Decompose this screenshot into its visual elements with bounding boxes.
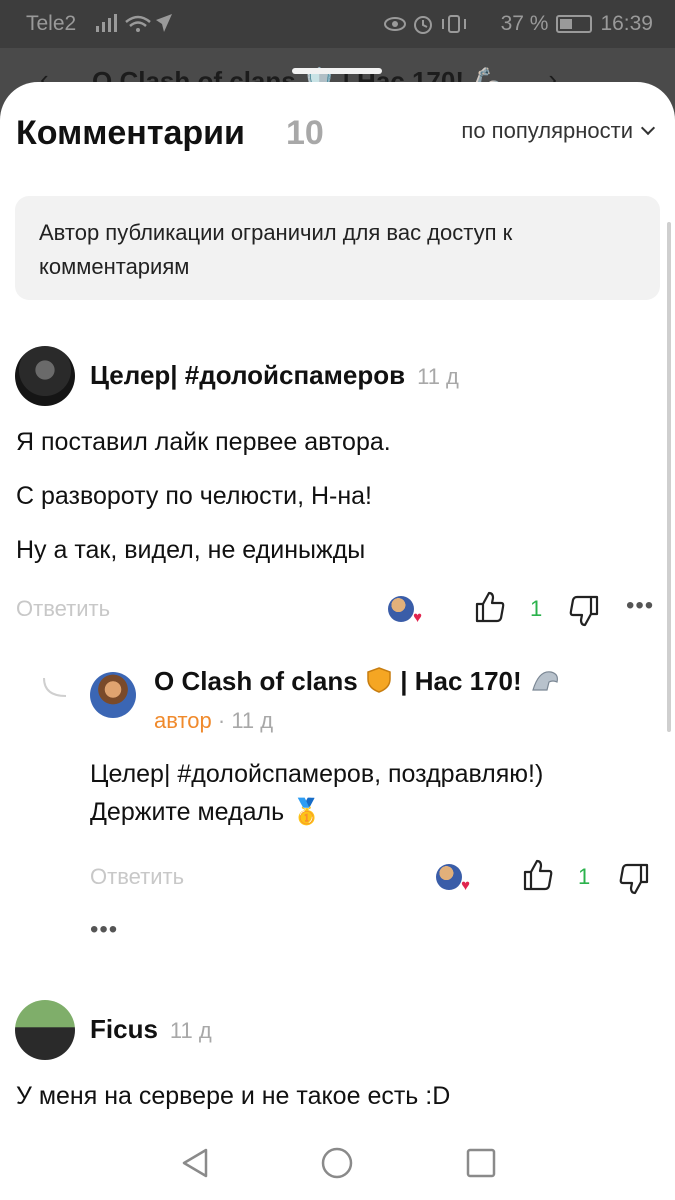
comments-title: Комментарии [16, 114, 245, 152]
carrier-name: Tele2 [26, 12, 77, 35]
thumbs-up-icon[interactable] [522, 858, 554, 892]
more-options-icon[interactable]: ••• [90, 916, 118, 944]
comment-text-line: У меня на сервере и не такое есть :D [16, 1082, 451, 1110]
comment-text-line: Держите медаль 🥇 [90, 798, 323, 826]
comment-text-line: Я поставил лайк первее автора. [16, 428, 391, 456]
system-navigation-bar [0, 1128, 675, 1200]
status-bar: Tele2 37 % 16:39 [0, 0, 675, 48]
author-name: О Clash of clans [154, 666, 358, 696]
comment-author[interactable]: Ficus 11 д [90, 1014, 212, 1045]
reply-meta: автор · 11 д [154, 708, 274, 733]
comment-author[interactable]: Целер| #долойспамеров 11 д [90, 360, 459, 391]
reply-thread-icon [43, 677, 67, 697]
comments-sheet: Комментарии 10 по популярности Автор пуб… [0, 82, 675, 1200]
recents-nav-icon[interactable] [464, 1146, 498, 1180]
sheet-drag-handle[interactable] [292, 68, 382, 74]
heart-icon: ♥ [461, 877, 470, 894]
battery-percent: 37 % [500, 12, 549, 35]
author-name-suffix: | Нас 170! [400, 666, 522, 696]
back-nav-icon[interactable] [178, 1146, 212, 1180]
access-restricted-notice: Автор публикации ограничил для вас досту… [15, 196, 660, 300]
thumbs-up-icon[interactable] [474, 590, 506, 624]
reply-button[interactable]: Ответить [90, 864, 184, 890]
system-icons [383, 15, 466, 34]
comment-time: 11 д [417, 364, 459, 389]
shield-icon [367, 667, 391, 693]
comment-text-line: С развороту по челюсти, Н-на! [16, 482, 372, 510]
avatar[interactable] [90, 672, 136, 718]
comment-text-line: Ну а так, видел, не единыжды [16, 536, 366, 564]
avatar[interactable] [15, 346, 75, 406]
chevron-down-icon [640, 120, 656, 136]
more-options-icon[interactable]: ••• [626, 592, 654, 620]
reply-author[interactable]: О Clash of clans | Нас 170! [154, 666, 565, 697]
author-name: Целер| #долойспамеров [90, 360, 406, 390]
comments-count: 10 [286, 114, 324, 152]
signal-icon [96, 14, 172, 32]
flexed-arm-icon [532, 671, 558, 691]
comment-text-line: Целер| #долойспамеров, поздравляю!) [90, 760, 544, 788]
liked-by-author-avatar: ♥ [436, 864, 470, 894]
comment-time: 11 д [169, 1018, 212, 1043]
clock: 16:39 [600, 12, 653, 35]
comment-time: 11 д [231, 708, 274, 733]
thumbs-down-icon[interactable] [618, 862, 650, 896]
author-badge: автор [154, 708, 212, 733]
liked-by-author-avatar: ♥ [388, 596, 422, 626]
home-nav-icon[interactable] [320, 1146, 354, 1180]
battery-icon [556, 15, 593, 33]
reply-button[interactable]: Ответить [16, 596, 110, 622]
sort-label: по популярности [461, 118, 633, 143]
thumbs-down-icon[interactable] [568, 594, 600, 628]
scrollbar[interactable] [667, 222, 671, 732]
like-count: 1 [578, 864, 591, 889]
like-count: 1 [530, 596, 543, 621]
author-name: Ficus [90, 1014, 158, 1044]
avatar[interactable] [15, 1000, 75, 1060]
sort-dropdown[interactable]: по популярности [461, 118, 656, 144]
heart-icon: ♥ [413, 609, 422, 626]
signal-wifi-icons [94, 12, 174, 40]
